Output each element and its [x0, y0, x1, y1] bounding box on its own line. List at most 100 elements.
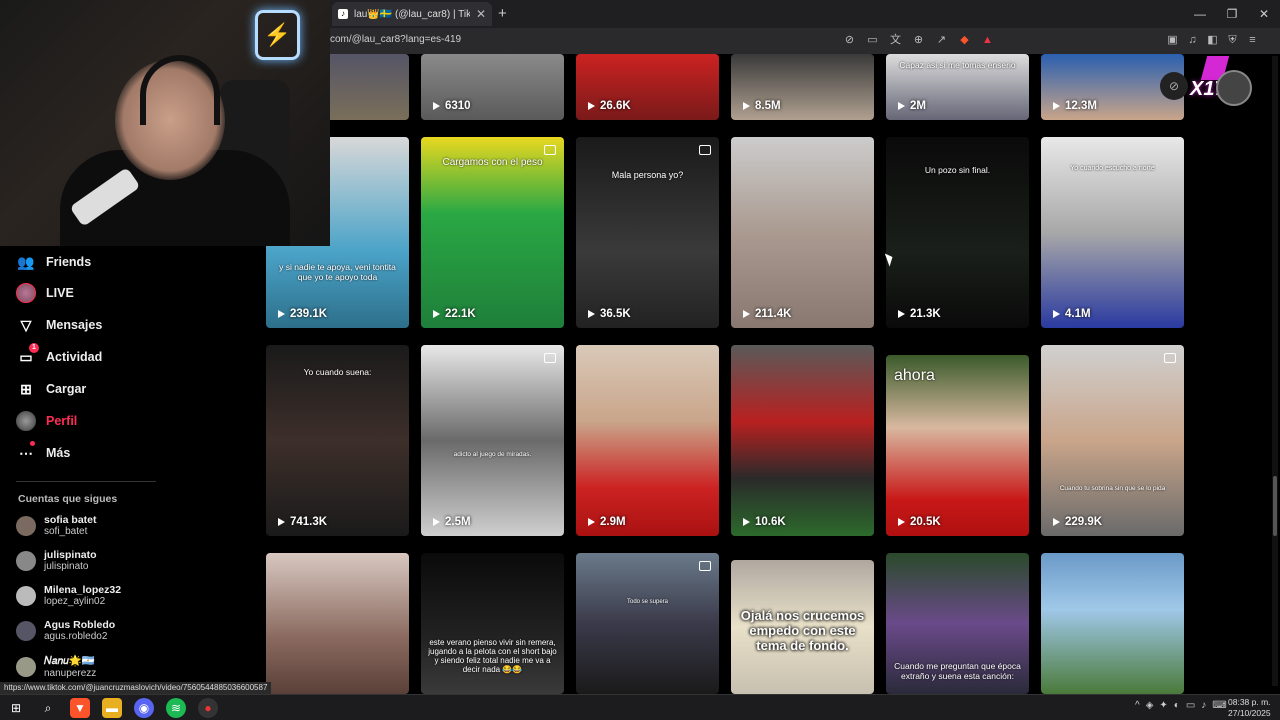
video-card[interactable]: Todo se supera: [576, 553, 719, 694]
tray-app-icon[interactable]: ✦: [1159, 700, 1167, 711]
menu-icon[interactable]: ≡: [1245, 32, 1260, 48]
translate-icon[interactable]: 文: [888, 32, 903, 48]
close-tab-icon[interactable]: ✕: [476, 7, 486, 21]
view-count: 20.5K: [898, 516, 941, 528]
toolbar-icons: ▣ ♫ ◧ ⛨ ≡: [1165, 32, 1260, 48]
sidebar-item-upload[interactable]: ⊞ Cargar: [16, 379, 86, 399]
live-icon: [16, 283, 36, 303]
windows-start-icon[interactable]: ⊞: [6, 698, 26, 718]
friends-icon: 👥: [17, 254, 35, 270]
messages-icon: ▽: [20, 317, 32, 333]
video-card[interactable]: Un pozo sin final. 21.3K: [886, 137, 1029, 328]
rewards-icon[interactable]: ▲: [980, 32, 995, 48]
view-count: 26.6K: [588, 100, 631, 112]
volume-icon[interactable]: ♪: [1201, 700, 1206, 711]
video-card[interactable]: Cargamos con el peso 22.1K: [421, 137, 564, 328]
file-explorer-icon[interactable]: ▬: [102, 698, 122, 718]
split-view-icon[interactable]: ◧: [1205, 32, 1220, 48]
vpn-icon[interactable]: ⛨: [1225, 32, 1240, 48]
video-caption: Yo cuando suena:: [303, 367, 372, 377]
video-card[interactable]: Yo cuando escucho a norte 4.1M: [1041, 137, 1184, 328]
sidebar-item-live[interactable]: LIVE: [16, 283, 74, 303]
sidebar-item-profile[interactable]: Perfil: [16, 411, 77, 431]
sidebar-item-more[interactable]: ⋯ Más: [16, 441, 70, 463]
view-count: 741.3K: [278, 516, 327, 528]
spotify-icon[interactable]: ≋: [166, 698, 186, 718]
clock[interactable]: 08:38 p. m. 27/10/2025: [1228, 697, 1271, 719]
following-account[interactable]: julispinato julispinato: [16, 549, 97, 572]
view-count: 4.1M: [1053, 308, 1091, 320]
search-icon[interactable]: ⌕: [38, 698, 58, 718]
following-account[interactable]: sofia batet sofi_batet: [16, 514, 97, 537]
video-card[interactable]: Yo cuando suena: 741.3K: [266, 345, 409, 536]
video-card[interactable]: adicto al juego de miradas. 2.5M: [421, 345, 564, 536]
following-account[interactable]: Milena_lopez32 lopez_aylin02: [16, 584, 121, 607]
divider: [16, 481, 156, 482]
sidebar-item-friends[interactable]: 👥 Friends: [16, 252, 91, 272]
view-count: 239.1K: [278, 308, 327, 320]
discord-icon[interactable]: ◉: [134, 698, 154, 718]
video-caption: Cuando tu sobrina sin que se lo pida: [1059, 485, 1166, 492]
cast-icon[interactable]: ▭: [865, 32, 880, 48]
video-caption: y si nadie te apoya, veni tontita que yo…: [279, 262, 396, 282]
minimize-icon[interactable]: —: [1184, 0, 1216, 28]
tray-app-icon[interactable]: ◈: [1146, 700, 1154, 711]
following-account[interactable]: 𝑁𝑎𝑛𝑢🌟🇦🇷 nanuperezz: [16, 654, 96, 679]
view-count: 2.5M: [433, 516, 471, 528]
network-icon[interactable]: ▭: [1186, 700, 1195, 711]
view-count: 2M: [898, 100, 926, 112]
video-card[interactable]: Ojalá nos crucemos empedo con este tema …: [731, 560, 874, 694]
sidebar-item-label: LIVE: [46, 286, 74, 300]
brave-shield-icon[interactable]: ◆: [957, 32, 972, 48]
sidebar-item-activity[interactable]: ▭ 1 Actividad: [16, 343, 102, 367]
obs-icon[interactable]: ●: [198, 698, 218, 718]
play-icon: [898, 518, 905, 526]
brave-icon[interactable]: ▼: [70, 698, 90, 718]
video-card[interactable]: [1041, 553, 1184, 694]
more-icon: ⋯: [16, 441, 36, 463]
profile-avatar: [16, 411, 36, 431]
share-icon[interactable]: ↗: [934, 32, 949, 48]
video-caption: Mala persona yo?: [611, 170, 684, 180]
following-title: Cuentas que sigues: [18, 493, 118, 505]
view-count: 10.6K: [743, 516, 786, 528]
video-card[interactable]: 26.6K: [576, 54, 719, 120]
account-name: sofia batet: [44, 514, 97, 526]
video-card[interactable]: 8.5M: [731, 54, 874, 120]
new-tab-button[interactable]: +: [498, 5, 507, 22]
video-caption: Todo se supera: [626, 599, 669, 605]
close-window-icon[interactable]: ✕: [1248, 0, 1280, 28]
video-card[interactable]: 2.9M: [576, 345, 719, 536]
account-name: julispinato: [44, 549, 97, 561]
no-track-icon[interactable]: ⊘: [842, 32, 857, 48]
ime-icon[interactable]: ⌨: [1212, 700, 1226, 711]
restore-icon[interactable]: ❐: [1216, 0, 1248, 28]
video-card[interactable]: 6310: [421, 54, 564, 120]
video-card[interactable]: 10.6K: [731, 345, 874, 536]
sidebar-toggle-icon[interactable]: ▣: [1165, 32, 1180, 48]
url-actions: ⊘ ▭ 文 ⊕ ↗ ◆ ▲: [842, 32, 995, 48]
music-icon[interactable]: ♫: [1185, 32, 1200, 48]
video-card[interactable]: Capaz asi si me tomas enserio 2M: [886, 54, 1029, 120]
scrollbar[interactable]: [1272, 56, 1278, 686]
account-handle: lopez_aylin02: [44, 596, 106, 607]
url-field[interactable]: com/@lau_car8?lang=es-419: [330, 34, 461, 45]
following-account[interactable]: Agus Robledo agus.robledo2: [16, 619, 115, 642]
video-card[interactable]: [266, 553, 409, 694]
video-card[interactable]: Cuando tu sobrina sin que se lo pida 229…: [1041, 345, 1184, 536]
video-card[interactable]: ahora 20.5K: [886, 355, 1029, 536]
upload-icon: ⊞: [20, 381, 32, 397]
tray-app-icon[interactable]: ◐: [1174, 700, 1180, 711]
neon-sign: ⚡: [255, 10, 300, 60]
tray-chevron-icon[interactable]: ^: [1135, 700, 1140, 711]
video-card[interactable]: este verano pienso vivir sin remera, jug…: [421, 553, 564, 694]
video-card[interactable]: 211.4K: [731, 137, 874, 328]
sidebar-item-messages[interactable]: ▽ Mensajes: [16, 315, 103, 335]
sidebar-item-label: Mensajes: [46, 318, 103, 332]
zoom-icon[interactable]: ⊕: [911, 32, 926, 48]
scrollbar-thumb[interactable]: [1273, 476, 1277, 536]
video-card[interactable]: Cuando me preguntan que época extraño y …: [886, 553, 1029, 694]
activity-icon: ▭ 1: [16, 343, 39, 367]
browser-tab[interactable]: ♪ lau👑🇸🇪 (@lau_car8) | TikTok ✕: [332, 2, 492, 26]
video-card[interactable]: Mala persona yo? 36.5K: [576, 137, 719, 328]
